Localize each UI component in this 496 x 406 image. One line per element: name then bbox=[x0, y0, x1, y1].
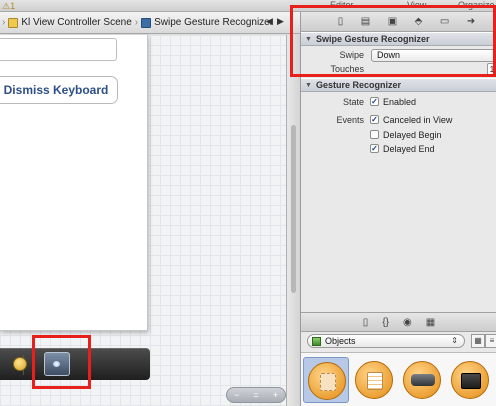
storyboard-canvas[interactable]: Dismiss Keyboard − = + bbox=[0, 35, 300, 406]
enabled-label: Enabled bbox=[383, 97, 417, 107]
breadcrumb-gesture-label: Swipe Gesture Recognizer bbox=[154, 17, 274, 28]
object-library-icon[interactable]: ◉ bbox=[403, 317, 412, 328]
library-filter-value: Objects bbox=[325, 336, 356, 346]
object-tile-table[interactable] bbox=[351, 357, 397, 403]
table-object-icon bbox=[355, 361, 393, 399]
delayed-end-checkbox[interactable]: ✓ bbox=[370, 144, 379, 153]
grid-view-icon[interactable]: ▦ bbox=[471, 334, 485, 348]
view-glyph bbox=[320, 373, 336, 391]
disclosure-triangle-icon[interactable]: ▼ bbox=[305, 82, 312, 89]
library-filter-select[interactable]: Objects ⇕ bbox=[307, 334, 465, 348]
library-tabs: ▯ {} ◉ ▦ bbox=[301, 312, 496, 332]
scene-icon bbox=[8, 17, 19, 28]
file-template-icon[interactable]: ▯ bbox=[363, 317, 369, 328]
canceled-in-view-checkbox[interactable]: ✓ bbox=[370, 115, 379, 124]
delayed-end-row: ✓ Delayed End bbox=[301, 141, 496, 157]
segmented-object-icon bbox=[403, 361, 441, 399]
zoom-in-button[interactable]: + bbox=[273, 390, 278, 400]
breadcrumb-scene-label: Kl View Controller Scene bbox=[21, 17, 132, 28]
breadcrumb-gesture[interactable]: Swipe Gesture Recognizer bbox=[141, 17, 273, 28]
breadcrumb-scene[interactable]: Kl View Controller Scene bbox=[8, 17, 132, 28]
media-library-icon[interactable]: ▦ bbox=[426, 317, 435, 328]
delayed-begin-label: Delayed Begin bbox=[383, 130, 442, 140]
state-row: State ✓ Enabled bbox=[301, 94, 496, 110]
view-controller-scene[interactable]: Dismiss Keyboard bbox=[0, 35, 148, 331]
delayed-begin-checkbox[interactable] bbox=[370, 130, 379, 139]
zoom-out-button[interactable]: − bbox=[234, 390, 239, 400]
gesture-recognizer-icon bbox=[141, 17, 152, 28]
toolbar-object-icon bbox=[451, 361, 489, 399]
select-arrows-icon: ⇕ bbox=[451, 336, 458, 345]
canceled-in-view-label: Canceled in View bbox=[383, 115, 453, 125]
jump-bar: › Kl View Controller Scene › Swipe Gestu… bbox=[0, 12, 300, 34]
scrollbar-thumb[interactable] bbox=[291, 125, 296, 293]
object-library-grid bbox=[301, 352, 496, 406]
code-snippet-icon[interactable]: {} bbox=[382, 317, 389, 328]
warning-badge-icon: ⚠1 bbox=[2, 1, 16, 11]
zoom-controls: − = + bbox=[226, 387, 286, 403]
state-label: State bbox=[342, 97, 364, 107]
object-tile-toolbar[interactable] bbox=[447, 357, 493, 403]
zoom-fit-button[interactable]: = bbox=[253, 390, 258, 400]
object-tile-view[interactable] bbox=[303, 357, 349, 403]
objects-cube-icon bbox=[312, 336, 321, 346]
highlight-box-dock bbox=[32, 335, 91, 389]
nav-back-icon[interactable]: ◀ bbox=[266, 16, 273, 27]
events-row: Events ✓ Canceled in View bbox=[301, 112, 496, 128]
view-object-icon bbox=[308, 362, 346, 400]
list-view-icon[interactable]: ≡ bbox=[485, 334, 496, 348]
table-glyph bbox=[367, 372, 383, 390]
events-label: Events bbox=[336, 115, 364, 125]
chevron-right-icon: › bbox=[134, 17, 139, 28]
dismiss-keyboard-button[interactable]: Dismiss Keyboard bbox=[0, 76, 118, 104]
nav-forward-icon[interactable]: ▶ bbox=[277, 16, 284, 27]
highlight-box-inspector bbox=[290, 5, 496, 77]
delayed-end-label: Delayed End bbox=[383, 144, 435, 154]
segmented-glyph bbox=[411, 374, 435, 386]
editor-splitter[interactable] bbox=[286, 35, 300, 406]
toolbar-glyph bbox=[461, 373, 481, 389]
gesture-section-header[interactable]: ▼ Gesture Recognizer bbox=[301, 78, 496, 92]
warning-count: 1 bbox=[10, 1, 16, 11]
gesture-section-title: Gesture Recognizer bbox=[315, 80, 401, 90]
chevron-right-icon: › bbox=[2, 17, 6, 28]
enabled-checkbox[interactable]: ✓ bbox=[370, 97, 379, 106]
first-responder-icon[interactable] bbox=[13, 357, 27, 371]
text-field[interactable] bbox=[0, 38, 117, 61]
object-tile-segmented[interactable] bbox=[399, 357, 445, 403]
